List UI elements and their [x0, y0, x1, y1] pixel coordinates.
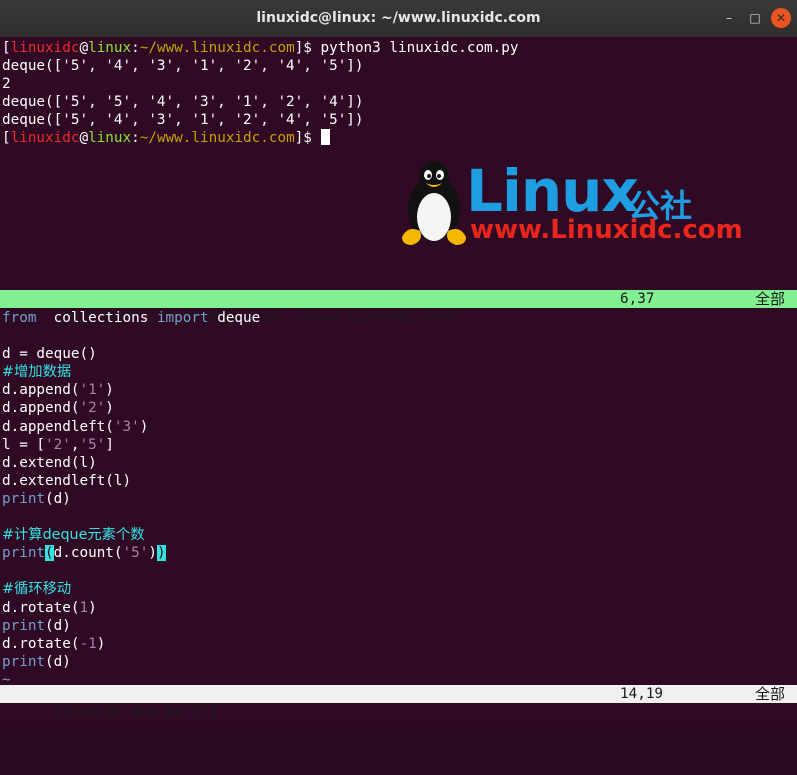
- linuxidc-watermark: Linux 公社 www.Linuxidc.com: [398, 157, 743, 249]
- code-text: l = [: [2, 436, 46, 453]
- prompt-bracket: [: [2, 130, 11, 147]
- output-line: 2: [2, 76, 11, 93]
- prompt-host: linux: [88, 40, 132, 56]
- code-text: (d): [45, 490, 71, 507]
- prompt-user: linuxidc: [10, 130, 80, 147]
- string-literal: '5': [79, 436, 106, 453]
- prompt-colon: :: [131, 130, 140, 147]
- code-text: d.appendleft(: [2, 418, 114, 435]
- output-line: deque(['5', '5', '4', '3', '1', '2', '4'…: [2, 94, 364, 111]
- code-line: print(d): [0, 653, 797, 671]
- code-line: d.appendleft('3'): [0, 418, 797, 436]
- code-text: d.count(: [53, 545, 123, 562]
- code-line: d.extendleft(l): [2, 472, 132, 489]
- tux-penguin-icon: [402, 161, 466, 245]
- editor-file-name: linuxidc.com.py [+]: [53, 704, 218, 720]
- code-text: d.rotate(: [2, 599, 80, 616]
- code-line: print(d): [0, 490, 797, 508]
- shell-status-bar[interactable]: !/bin/bash [linuxidc@linux: ~/www.linuxi…: [0, 290, 797, 325]
- comment-line: #循环移动: [2, 581, 72, 598]
- code-line: print(d.count('5')): [0, 544, 797, 562]
- code-line: d.append('1'): [0, 381, 797, 399]
- code-text: d.rotate(: [2, 635, 80, 652]
- code-line: from collections import deque: [0, 309, 797, 327]
- brand-url: www.Linuxidc.com: [470, 215, 743, 245]
- code-text: collections: [36, 310, 157, 326]
- code-text: ): [105, 382, 114, 399]
- code-line: l = ['2','5']: [0, 436, 797, 454]
- minimize-icon[interactable]: –: [719, 8, 739, 28]
- window-controls: – □ ✕: [719, 8, 791, 28]
- number-literal: -1: [79, 635, 97, 652]
- code-text: ]: [105, 436, 114, 453]
- comment-line: #计算deque元素个数: [2, 527, 145, 544]
- title-bar[interactable]: linuxidc@linux: ~/www.linuxidc.com – □ ✕: [0, 0, 797, 37]
- code-text: ): [96, 635, 106, 652]
- code-line: d.append('2'): [0, 399, 797, 417]
- editor-cursor-position: 14,19: [620, 686, 664, 702]
- terminal-window: linuxidc@linux: ~/www.linuxidc.com – □ ✕…: [0, 0, 797, 723]
- code-line: d.extend(l): [2, 454, 97, 471]
- keyword: print: [2, 545, 46, 562]
- close-icon[interactable]: ✕: [771, 8, 791, 28]
- output-line: deque(['5', '4', '3', '1', '2', '4', '5'…: [2, 112, 364, 129]
- keyword: from: [2, 310, 37, 326]
- matched-paren: (: [45, 545, 54, 562]
- prompt-line: [linuxidc@linux:~/www.linuxidc.com]$ pyt…: [0, 39, 797, 57]
- prompt-path: ~/www.linuxidc.com: [139, 130, 295, 147]
- shell-pane[interactable]: [linuxidc@linux:~/www.linuxidc.com]$ pyt…: [0, 39, 797, 289]
- terminal-area[interactable]: [linuxidc@linux:~/www.linuxidc.com]$ pyt…: [0, 37, 797, 723]
- number-literal: 1: [79, 599, 89, 616]
- string-literal: '2': [45, 436, 71, 453]
- keyword: print: [2, 490, 46, 507]
- shell-cursor-position: 6,37: [620, 291, 655, 307]
- code-line: print(d): [0, 617, 797, 635]
- code-text: deque: [208, 310, 261, 326]
- code-text: ): [88, 599, 97, 616]
- keyword: print: [2, 617, 46, 634]
- output-line: deque(['5', '4', '3', '1', '2', '4', '5'…: [2, 58, 364, 75]
- code-text: ): [105, 400, 114, 417]
- prompt-line: [linuxidc@linux:~/www.linuxidc.com]$: [0, 129, 797, 147]
- string-literal: '1': [79, 382, 106, 399]
- matched-paren: ): [156, 545, 166, 562]
- prompt-path: ~/www.linuxidc.com: [139, 40, 295, 56]
- code-text: ): [148, 545, 157, 562]
- code-text: d.append(: [2, 400, 80, 417]
- editor-range-indicator: 全部: [754, 685, 785, 703]
- keyword: print: [2, 653, 46, 670]
- code-text: (d): [45, 653, 71, 670]
- prompt-user: linuxidc: [10, 40, 80, 56]
- code-line: d.rotate(1): [0, 599, 797, 617]
- string-literal: '5': [122, 545, 149, 562]
- prompt-colon: :: [131, 40, 140, 56]
- prompt-host: linux: [88, 130, 132, 147]
- editor-pane[interactable]: from collections import deque d = deque(…: [0, 309, 797, 689]
- string-literal: '3': [113, 418, 140, 435]
- maximize-icon[interactable]: □: [745, 8, 765, 28]
- prompt-end: ]$: [294, 130, 321, 147]
- prompt-bracket: [: [2, 40, 11, 56]
- code-line: d = deque(): [2, 346, 97, 363]
- brand-text: Linux: [466, 157, 639, 225]
- code-line: d.rotate(-1): [0, 635, 797, 653]
- comment-line: #增加数据: [2, 364, 72, 381]
- string-literal: '2': [79, 400, 106, 417]
- shell-range-indicator: 全部: [754, 290, 785, 308]
- code-text: (d): [45, 617, 71, 634]
- keyword: import: [156, 310, 209, 326]
- text-cursor: [320, 129, 330, 146]
- window-title: linuxidc@linux: ~/www.linuxidc.com: [256, 10, 541, 26]
- code-text: d.append(: [2, 382, 80, 399]
- prompt-at: @: [79, 40, 89, 56]
- prompt-at: @: [79, 130, 89, 147]
- editor-status-bar[interactable]: linuxidc.com.py [+] 14,19 全部: [0, 685, 797, 720]
- command-text: python3 linuxidc.com.py: [320, 40, 519, 56]
- code-text: ): [139, 418, 149, 435]
- prompt-end: ]$: [294, 40, 321, 56]
